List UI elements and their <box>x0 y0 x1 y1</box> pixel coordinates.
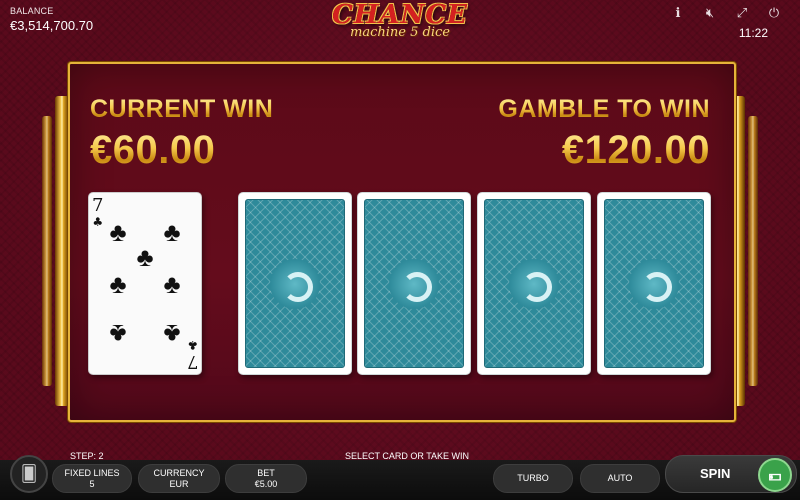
club-icon: ♣ <box>163 217 181 247</box>
club-icon: ♣ <box>109 269 127 299</box>
frame-pillar-left <box>55 96 69 406</box>
gamble-to-win-label: GAMBLE TO WIN <box>498 95 710 123</box>
face-down-card-1[interactable] <box>238 192 352 375</box>
face-down-card-3[interactable] <box>477 192 591 375</box>
money-stack-icon[interactable]: 💵︎ <box>758 458 792 492</box>
balance-label: BALANCE <box>10 6 54 16</box>
info-icon[interactable]: ℹ <box>670 5 686 21</box>
bet-label: BET <box>257 467 275 478</box>
gamble-to-win-value: €120.00 <box>561 128 710 172</box>
club-icon: ♣ <box>136 242 154 272</box>
step-indicator: STEP: 2 <box>70 451 104 461</box>
spin-button[interactable]: SPIN 💵︎ <box>665 455 797 493</box>
club-icon: ♣ <box>163 319 181 349</box>
club-icon: ♣ <box>92 215 104 229</box>
auto-button[interactable]: AUTO <box>580 464 660 493</box>
clock: 11:22 <box>738 26 768 40</box>
current-win-label: CURRENT WIN <box>90 95 274 123</box>
card-rank: 7 <box>92 195 104 216</box>
currency-value: EUR <box>169 478 189 489</box>
dealer-card: 7 ♣ 7 ♣ ♣ ♣ ♣ ♣ ♣ ♣ ♣ <box>88 192 202 375</box>
card-corner-top: 7 ♣ <box>92 195 104 230</box>
card-corner-bottom: 7 ♣ <box>186 337 198 372</box>
frame-pillar-left-outer <box>42 116 52 386</box>
card-back-emblem-icon <box>389 258 439 309</box>
status-message: SELECT CARD OR TAKE WIN <box>345 451 470 461</box>
currency-label: CURRENCY <box>153 467 205 478</box>
card-back-emblem-icon <box>509 258 559 309</box>
club-icon: ♣ <box>109 217 127 247</box>
club-icon: ♣ <box>186 338 198 352</box>
club-icon: ♣ <box>109 319 127 349</box>
fixed-lines-display: FIXED LINES 5 <box>52 464 132 493</box>
top-controls: ℹ 🔇︎ ⤢ ⏻ <box>670 5 782 21</box>
mute-icon[interactable]: 🔇︎ <box>702 5 718 21</box>
balance-display: BALANCE €3,514,700.70 <box>10 6 93 33</box>
frame-pillar-right-outer <box>748 116 758 386</box>
fixed-lines-value: 5 <box>89 478 95 489</box>
balance-value: €3,514,700.70 <box>10 18 94 33</box>
club-icon: ♣ <box>163 269 181 299</box>
power-icon[interactable]: ⏻ <box>766 5 782 21</box>
turbo-button[interactable]: TURBO <box>493 464 573 493</box>
fixed-lines-label: FIXED LINES <box>64 467 120 478</box>
card-back-emblem-icon <box>270 258 320 309</box>
current-win-value: €60.00 <box>90 128 216 172</box>
face-down-card-4[interactable] <box>597 192 711 375</box>
bet-button[interactable]: BET €5.00 <box>225 464 307 493</box>
turbo-label: TURBO <box>517 473 549 483</box>
paytable-cards-icon[interactable]: 🂠 <box>10 455 48 493</box>
card-rank: 7 <box>186 351 198 372</box>
auto-label: AUTO <box>607 473 633 483</box>
bet-value: €5.00 <box>254 478 278 489</box>
currency-display: CURRENCY EUR <box>138 464 220 493</box>
spin-label: SPIN <box>700 466 731 481</box>
card-back-emblem-icon <box>629 258 679 309</box>
face-down-card-2[interactable] <box>357 192 471 375</box>
game-logo: CHANCE machine 5 dice <box>320 2 480 40</box>
fullscreen-icon[interactable]: ⤢ <box>734 5 750 21</box>
